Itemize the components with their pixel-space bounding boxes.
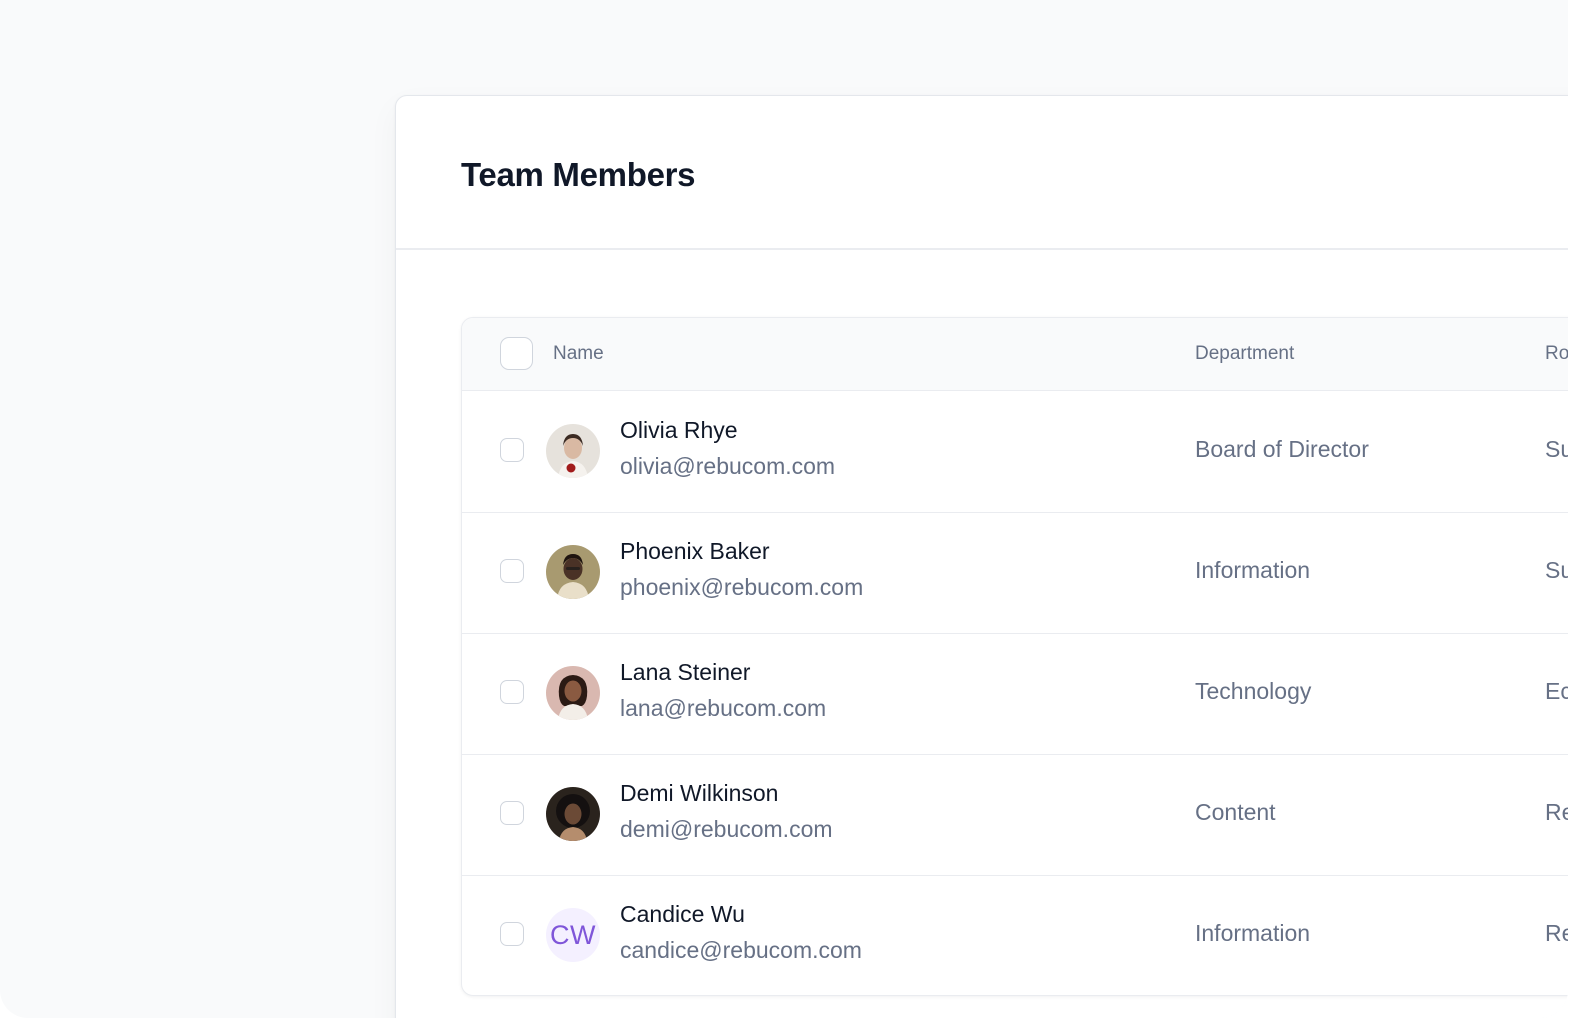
member-department: Content [1195, 799, 1276, 825]
member-department: Board of Director [1195, 436, 1369, 462]
member-email[interactable]: lana@rebucom.com [620, 695, 826, 722]
member-department: Information [1195, 920, 1311, 946]
avatar [546, 787, 600, 841]
app-background: Team Members Name Department Ro Olivia R… [0, 0, 1568, 1018]
table-header: Name Department Ro [462, 318, 1568, 391]
avatar-photo-icon [546, 424, 600, 478]
avatar [546, 666, 600, 720]
members-table: Name Department Ro Olivia Rhye olivia@re… [461, 317, 1568, 996]
member-role: Ec [1545, 678, 1568, 704]
column-header-department[interactable]: Department [1195, 343, 1294, 365]
avatar-photo-icon [546, 787, 600, 841]
member-email[interactable]: phoenix@rebucom.com [620, 574, 863, 601]
avatar-photo-icon [546, 545, 600, 599]
row-checkbox[interactable] [500, 438, 524, 462]
member-role: Su [1545, 436, 1568, 462]
table-row[interactable]: Demi Wilkinson demi@rebucom.com Content … [462, 754, 1568, 876]
member-email[interactable]: candice@rebucom.com [620, 937, 862, 964]
team-members-card: Team Members Name Department Ro Olivia R… [395, 95, 1568, 1018]
page-title: Team Members [461, 156, 696, 193]
member-role: Re [1545, 920, 1568, 946]
row-checkbox[interactable] [500, 559, 524, 583]
member-role: Su [1545, 557, 1568, 583]
member-department: Technology [1195, 678, 1312, 704]
member-name: Demi Wilkinson [620, 780, 779, 806]
column-header-role[interactable]: Ro [1545, 343, 1568, 365]
avatar-initials: CW [546, 908, 600, 962]
member-name: Lana Steiner [620, 659, 751, 685]
row-checkbox[interactable] [500, 922, 524, 946]
card-header: Team Members [396, 96, 1568, 250]
table-row[interactable]: Lana Steiner lana@rebucom.com Technology… [462, 633, 1568, 755]
member-name: Phoenix Baker [620, 538, 770, 564]
row-checkbox[interactable] [500, 680, 524, 704]
avatar [546, 424, 600, 478]
table-row[interactable]: CW Candice Wu candice@rebucom.com Inform… [462, 875, 1568, 995]
member-department: Information [1195, 557, 1311, 583]
row-checkbox[interactable] [500, 801, 524, 825]
avatar [546, 545, 600, 599]
member-name: Candice Wu [620, 901, 745, 927]
column-header-name[interactable]: Name [553, 343, 604, 365]
member-email[interactable]: demi@rebucom.com [620, 816, 833, 843]
table-row[interactable]: Olivia Rhye olivia@rebucom.com Board of … [462, 391, 1568, 513]
table-row[interactable]: Phoenix Baker phoenix@rebucom.com Inform… [462, 512, 1568, 634]
member-email[interactable]: olivia@rebucom.com [620, 453, 835, 480]
member-role: Re [1545, 799, 1568, 825]
member-name: Olivia Rhye [620, 417, 738, 443]
select-all-checkbox[interactable] [500, 337, 533, 370]
avatar-photo-icon [546, 666, 600, 720]
